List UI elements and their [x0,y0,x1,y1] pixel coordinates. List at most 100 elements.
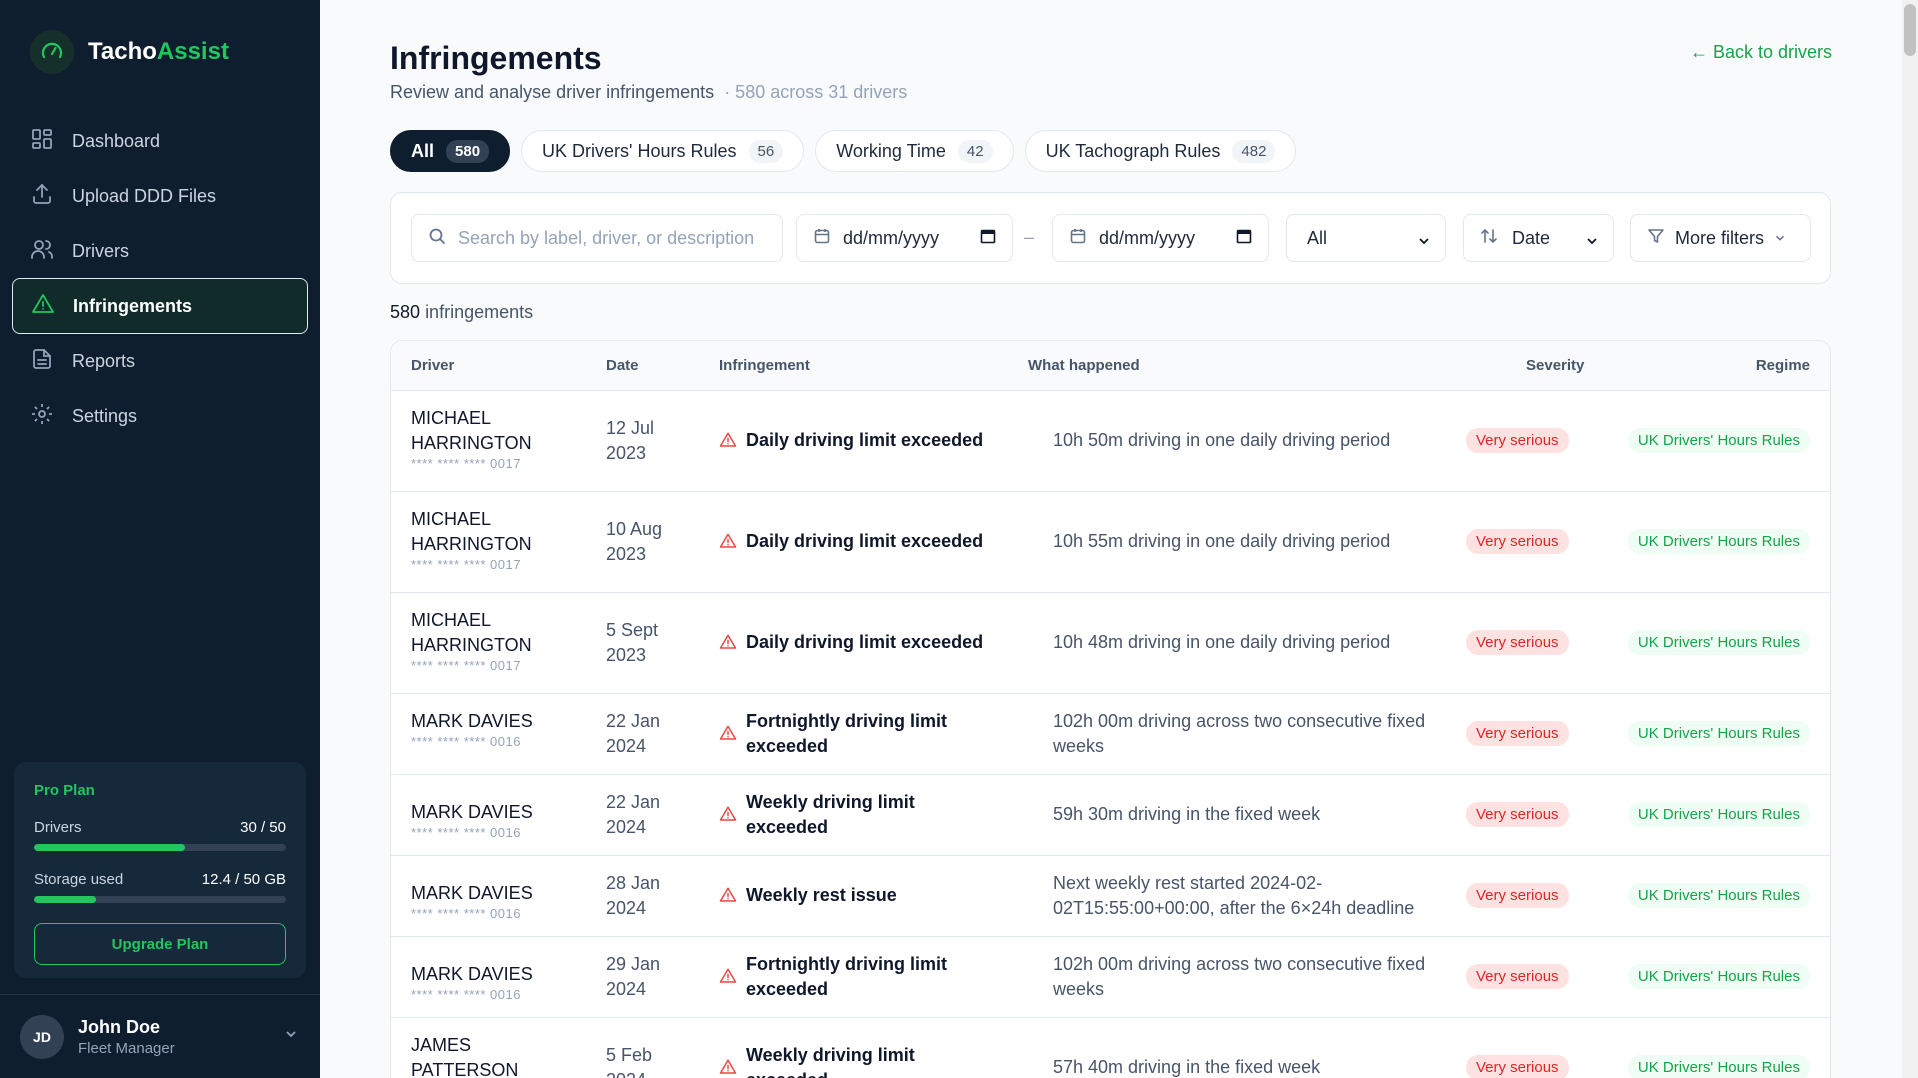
gear-icon [30,402,54,431]
table-row[interactable]: JAMES PATTERSON 5 Feb 2024 Weekly drivin… [391,1018,1830,1078]
tab-uk-drivers-hours[interactable]: UK Drivers' Hours Rules 56 [521,130,805,172]
column-driver[interactable]: Driver [411,357,454,374]
tab-all[interactable]: All 580 [390,130,511,172]
avatar: JD [20,1014,64,1059]
row-date: 22 Jan 2024 [606,711,661,756]
storage-progress-bar [34,896,286,903]
search-input[interactable]: Search by label, driver, or description [411,214,783,262]
tab-working-time[interactable]: Working Time 42 [815,130,1014,172]
severity-badge: Very serious [1466,1055,1569,1078]
tab-count: 42 [957,139,993,163]
calendar-picker-icon[interactable] [980,228,996,249]
table-row[interactable]: MARK DAVIES **** **** **** 0016 22 Jan 20… [391,775,1830,856]
table-row[interactable]: MICHAEL HARRINGTON **** **** **** 0017 12… [391,391,1830,492]
sort-select[interactable]: Date [1463,214,1614,262]
sidebar-item-label: Reports [72,350,136,371]
card-number: **** **** **** 0016 [411,734,521,749]
date-from-field[interactable]: dd/mm/yyyy [796,214,1013,262]
infringements-table: Driver Date Infringement What happened S… [390,340,1831,1078]
sidebar-item-drivers[interactable]: Drivers [12,223,308,279]
results-count: 580 infringements [390,302,534,322]
card-number: **** **** **** 0017 [411,456,521,471]
infringement-type: Weekly rest issue [746,885,897,905]
warning-icon [719,532,737,555]
regime-badge: UK Drivers' Hours Rules [1627,802,1810,827]
warning-icon [719,1058,737,1078]
regime-badge: UK Drivers' Hours Rules [1627,428,1810,453]
table-row[interactable]: MARK DAVIES **** **** **** 0016 29 Jan 20… [391,937,1830,1018]
date-to-field[interactable]: dd/mm/yyyy [1052,214,1269,262]
infringement-type: Fortnightly driving limit exceeded [746,711,947,756]
column-what-happened[interactable]: What happened [1028,357,1140,374]
scrollbar-thumb[interactable] [1904,4,1916,56]
app-root: TachoAssist Dashboard Upload DDD Files D… [0,0,1918,1078]
card-number: **** **** **** 0017 [411,557,521,572]
regime-badge: UK Drivers' Hours Rules [1627,529,1810,554]
row-date: 10 Aug 2023 [606,519,663,564]
sort-icon [1480,227,1498,250]
calendar-icon [1069,227,1087,250]
card-number: **** **** **** 0016 [411,825,521,840]
column-infringement[interactable]: Infringement [719,357,810,374]
column-regime[interactable]: Regime [1756,357,1810,374]
back-to-drivers-link[interactable]: ← Back to drivers [1690,42,1832,63]
sidebar-item-settings[interactable]: Settings [12,388,308,444]
warning-icon [719,633,737,656]
severity-badge: Very serious [1466,428,1569,453]
infringement-type: Daily driving limit exceeded [746,632,984,652]
page-subtitle: Review and analyse driver infringements … [390,82,908,102]
sidebar-item-label: Settings [72,405,138,426]
column-severity[interactable]: Severity [1526,357,1584,374]
app-logo[interactable]: TachoAssist [30,30,229,74]
warning-icon [31,292,55,321]
regime-badge: UK Drivers' Hours Rules [1627,964,1810,989]
table-row[interactable]: MARK DAVIES **** **** **** 0016 28 Jan 20… [391,856,1830,937]
infringement-type: Weekly driving limit exceeded [746,792,915,837]
upgrade-plan-button[interactable]: Upgrade Plan [34,923,286,965]
row-date: 12 Jul 2023 [606,418,655,463]
filter-icon [1647,227,1665,250]
regime-badge: UK Drivers' Hours Rules [1627,883,1810,908]
more-filters-button[interactable]: More filters [1630,214,1811,262]
driver-name: MICHAEL HARRINGTON [411,509,532,554]
table-row[interactable]: MARK DAVIES **** **** **** 0016 22 Jan 20… [391,694,1830,775]
severity-badge: Very serious [1466,721,1569,746]
infringement-type: Daily driving limit exceeded [746,430,984,450]
table-row[interactable]: MICHAEL HARRINGTON **** **** **** 0017 5 … [391,593,1830,694]
row-date: 5 Feb 2024 [606,1045,653,1078]
chevron-down-icon [1774,228,1786,249]
sidebar-item-reports[interactable]: Reports [12,333,308,389]
infringement-type: Daily driving limit exceeded [746,531,984,551]
row-date: 5 Sept 2023 [606,620,659,665]
sidebar-item-dashboard[interactable]: Dashboard [12,113,308,169]
infringement-type: Fortnightly driving limit exceeded [746,954,947,999]
regime-badge: UK Drivers' Hours Rules [1627,1055,1810,1078]
sidebar-item-label: Upload DDD Files [72,185,217,206]
sidebar-item-upload[interactable]: Upload DDD Files [12,168,308,224]
tab-count: 56 [748,139,784,163]
column-date[interactable]: Date [606,357,639,374]
driver-name: MICHAEL HARRINGTON [411,408,532,453]
driver-name: MARK DAVIES [411,711,533,731]
severity-badge: Very serious [1466,964,1569,989]
user-role: Fleet Manager [78,1039,175,1057]
driver-name: JAMES PATTERSON [411,1035,519,1078]
regime-badge: UK Drivers' Hours Rules [1627,630,1810,655]
severity-select[interactable]: All [1286,214,1446,262]
table-row[interactable]: MICHAEL HARRINGTON **** **** **** 0017 10… [391,492,1830,593]
regime-badge: UK Drivers' Hours Rules [1627,721,1810,746]
sidebar-item-infringements[interactable]: Infringements [12,278,308,334]
calendar-picker-icon[interactable] [1236,228,1252,249]
app-name: TachoAssist [88,38,229,65]
user-menu[interactable]: JD John Doe Fleet Manager [0,994,320,1078]
page-scrollbar[interactable] [1902,0,1918,1078]
sidebar-item-label: Dashboard [72,130,161,151]
search-icon [428,227,446,250]
tab-uk-tachograph[interactable]: UK Tachograph Rules 482 [1024,130,1297,172]
upload-icon [30,182,54,211]
warning-icon [719,967,737,990]
total-count: · 580 across 31 drivers [724,82,908,102]
severity-badge: Very serious [1466,802,1569,827]
infringement-type: Weekly driving limit exceeded [746,1045,915,1078]
calendar-icon [813,227,831,250]
